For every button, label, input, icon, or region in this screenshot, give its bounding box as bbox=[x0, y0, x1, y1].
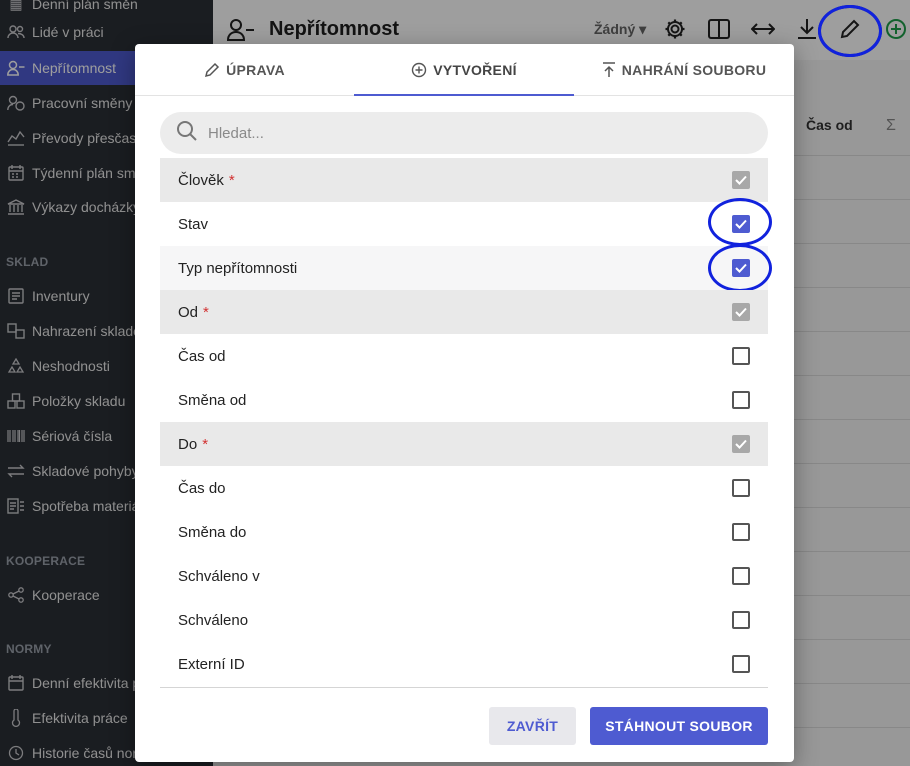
checkbox bbox=[732, 171, 750, 189]
field-label: Od bbox=[178, 303, 199, 321]
checkbox[interactable] bbox=[732, 479, 750, 497]
required-mark: * bbox=[202, 435, 209, 453]
checkbox[interactable] bbox=[732, 391, 750, 409]
list-item-smena-od[interactable]: Směna od bbox=[160, 378, 768, 422]
tab-vytvoreni[interactable]: VYTVOŘENÍ bbox=[354, 44, 574, 96]
list-item-externi-id[interactable]: Externí ID bbox=[160, 642, 768, 686]
field-label: Směna od bbox=[178, 391, 247, 409]
modal-tabs: ÚPRAVA VYTVOŘENÍ NAHRÁNÍ SOUBORU bbox=[135, 44, 794, 96]
tab-label: VYTVOŘENÍ bbox=[433, 62, 517, 78]
tab-label: NAHRÁNÍ SOUBORU bbox=[621, 62, 767, 78]
required-mark: * bbox=[203, 303, 209, 321]
list-item-schvaleno-v[interactable]: Schváleno v bbox=[160, 554, 768, 598]
search-input[interactable] bbox=[208, 124, 748, 142]
search-field[interactable] bbox=[160, 112, 768, 154]
checkbox bbox=[732, 303, 750, 321]
list-item-do[interactable]: Do * bbox=[160, 422, 768, 466]
checkbox[interactable] bbox=[732, 611, 750, 629]
upload-icon bbox=[602, 62, 616, 78]
tab-label: ÚPRAVA bbox=[226, 62, 285, 78]
list-item-smena-do[interactable]: Směna do bbox=[160, 510, 768, 554]
field-list: Člověk * Stav Typ nepřítomnosti Od * Čas o… bbox=[160, 158, 772, 688]
pencil-icon bbox=[204, 62, 220, 78]
search-icon bbox=[176, 120, 198, 147]
annotation-circle bbox=[708, 244, 772, 292]
plus-circle-icon bbox=[411, 62, 427, 78]
tab-nahrani-souboru[interactable]: NAHRÁNÍ SOUBORU bbox=[574, 44, 794, 96]
field-label: Čas od bbox=[178, 347, 226, 365]
checkbox[interactable] bbox=[732, 523, 750, 541]
field-label: Stav bbox=[178, 215, 209, 233]
field-label: Do bbox=[178, 435, 198, 453]
list-item-typ-nepritomnosti[interactable]: Typ nepřítomnosti bbox=[160, 244, 772, 292]
list-item-clovek[interactable]: Člověk * bbox=[160, 158, 768, 202]
list-item-stav[interactable]: Stav bbox=[160, 198, 772, 246]
field-label: Schváleno bbox=[178, 611, 249, 629]
list-item-cas-do[interactable]: Čas do bbox=[160, 466, 768, 510]
field-label: Směna do bbox=[178, 523, 247, 541]
field-label: Externí ID bbox=[178, 655, 245, 673]
checkbox[interactable] bbox=[732, 567, 750, 585]
annotation-circle-pencil bbox=[818, 5, 882, 57]
required-mark: * bbox=[228, 171, 235, 189]
field-label: Schváleno v bbox=[178, 567, 260, 585]
field-label: Člověk bbox=[178, 171, 224, 189]
field-label: Typ nepřítomnosti bbox=[178, 259, 298, 277]
list-item-schvaleno[interactable]: Schváleno bbox=[160, 598, 768, 642]
tab-uprava[interactable]: ÚPRAVA bbox=[135, 44, 354, 96]
close-button[interactable]: ZAVŘÍT bbox=[489, 707, 576, 745]
export-modal: ÚPRAVA VYTVOŘENÍ NAHRÁNÍ SOUBORU Člověk*… bbox=[135, 44, 794, 762]
field-label: Čas do bbox=[178, 479, 226, 497]
active-tab-indicator bbox=[354, 94, 574, 96]
list-item-od[interactable]: Od * bbox=[160, 290, 768, 334]
download-file-button[interactable]: STÁHNOUT SOUBOR bbox=[590, 707, 768, 745]
checkbox[interactable] bbox=[732, 655, 750, 673]
checkbox[interactable] bbox=[732, 347, 750, 365]
annotation-circle bbox=[708, 198, 772, 246]
checkbox bbox=[732, 435, 750, 453]
list-item-cas-od[interactable]: Čas od bbox=[160, 334, 768, 378]
